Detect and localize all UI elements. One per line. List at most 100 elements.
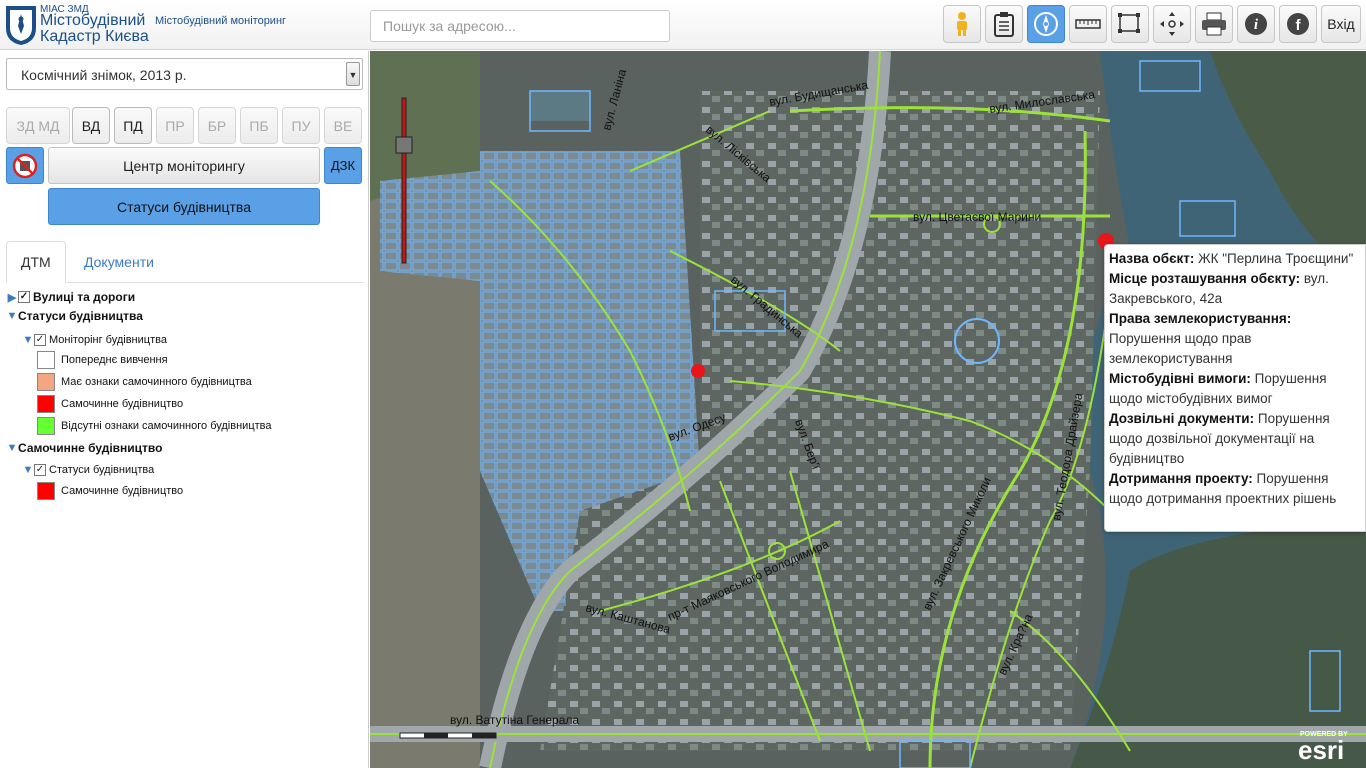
dtm-button-br[interactable]: БР <box>198 107 236 144</box>
logo-title-line1: Містобудівний <box>40 12 146 29</box>
no-construction-toggle-button[interactable] <box>6 147 44 184</box>
layer-monitoring[interactable]: ▼ ✓ Моніторінг будівництва <box>22 334 167 346</box>
measure-distance-button[interactable] <box>1069 5 1107 43</box>
dzk-button[interactable]: ДЗК <box>324 147 362 184</box>
basemap-select[interactable]: Космічний знімок, 2013 р. ▼ <box>6 58 363 90</box>
no-construction-icon <box>12 153 38 178</box>
clipboard-icon <box>994 12 1014 37</box>
layer-illegal-statuses[interactable]: ▼ ✓ Статуси будівництва <box>22 464 154 476</box>
facebook-icon: f <box>1287 13 1309 35</box>
popup-field: Назва обєкт: ЖК "Перлина Троєщини" <box>1109 249 1361 269</box>
construction-statuses-button[interactable]: Статуси будівництва <box>48 188 320 225</box>
popup-field: Права землекористування: Порушення щодо … <box>1109 309 1361 369</box>
legend-item: Має ознаки самочинного будівництва <box>37 373 252 391</box>
info-icon: i <box>1245 13 1267 35</box>
popup-field-key: Дотримання проекту: <box>1109 471 1253 486</box>
legend-label: Попереднє вивчення <box>61 354 168 366</box>
app-header: МІАС ЗМД Містобудівний Кадастр Києва Міс… <box>0 0 1366 50</box>
legend-item: Самочинне будівництво <box>37 482 183 500</box>
chevron-down-icon[interactable]: ▼ <box>346 62 360 86</box>
print-button[interactable] <box>1195 5 1233 43</box>
group-statuses[interactable]: ▼ Статуси будівництва <box>6 309 143 323</box>
popup-field-value: ЖК "Перлина Троєщини" <box>1194 251 1354 266</box>
scale-bar <box>399 732 497 739</box>
clipboard-button[interactable] <box>985 5 1023 43</box>
popup-field-key: Назва обєкт: <box>1109 251 1195 266</box>
popup-field-key: Права землекористування: <box>1109 311 1292 326</box>
legend-swatch <box>37 417 55 435</box>
layer-roads[interactable]: ▶ ✓ Вулиці та дороги <box>6 290 135 304</box>
dtm-button-zd-md[interactable]: ЗД МД <box>6 107 70 144</box>
dtm-button-pd[interactable]: ПД <box>114 107 152 144</box>
chevron-down-icon[interactable]: ▼ <box>22 464 34 476</box>
measure-area-button[interactable] <box>1111 5 1149 43</box>
locate-button[interactable] <box>1153 5 1191 43</box>
legend-label: Має ознаки самочинного будівництва <box>61 376 252 388</box>
pegman-icon <box>957 12 967 36</box>
info-button[interactable]: i <box>1237 5 1275 43</box>
popup-field: Містобудівні вимоги: Порушення щодо міст… <box>1109 369 1361 409</box>
legend-item: Відсутні ознаки самочинного будівництва <box>37 417 272 435</box>
dtm-button-vd[interactable]: ВД <box>72 107 110 144</box>
chevron-down-icon[interactable]: ▼ <box>6 442 18 454</box>
tab-documents[interactable]: Документи <box>70 241 168 283</box>
group-illegal[interactable]: ▼ Самочинне будівництво <box>6 441 163 455</box>
esri-logo: esri <box>1298 735 1344 765</box>
layer-monitoring-label: Моніторінг будівництва <box>49 334 167 346</box>
legend-swatch <box>37 395 55 413</box>
popup-field-key: Дозвільні документи: <box>1109 411 1255 426</box>
navigation-button[interactable] <box>1027 5 1065 43</box>
street-label: вул. Ватутіна Генерала <box>450 713 579 727</box>
app-subtitle: Містобудівний моніторинг <box>155 15 287 27</box>
legend-swatch <box>37 482 55 500</box>
print-icon <box>1202 12 1226 36</box>
logo-title-line2: Кадастр Києва <box>40 28 149 45</box>
popup-field-value: Порушення щодо прав землекористування <box>1109 331 1252 366</box>
address-search-input[interactable] <box>370 10 670 42</box>
layer-illegal-checkbox[interactable]: ✓ <box>34 464 46 476</box>
legend-item: Самочинне будівництво <box>37 395 183 413</box>
popup-field-key: Місце розташування обєкту: <box>1109 271 1301 286</box>
object-info-popup[interactable]: Назва обєкт: ЖК "Перлина Троєщини" Місце… <box>1104 244 1366 532</box>
legend-item: Попереднє вивчення <box>37 351 168 369</box>
dtm-button-pu[interactable]: ПУ <box>282 107 320 144</box>
chevron-down-icon[interactable]: ▼ <box>22 334 34 346</box>
popup-field: Місце розташування обєкту: вул. Закревсь… <box>1109 269 1361 309</box>
compass-icon <box>1034 12 1058 36</box>
sidebar-tabs: ДТМ Документи <box>6 241 363 283</box>
legend-label: Відсутні ознаки самочинного будівництва <box>61 420 272 432</box>
dtm-button-pb[interactable]: ПБ <box>240 107 278 144</box>
login-button[interactable]: Вхід <box>1321 5 1361 43</box>
basemap-select-value: Космічний знімок, 2013 р. <box>21 67 187 83</box>
popup-field-key: Містобудівні вимоги: <box>1109 371 1251 386</box>
measure-area-icon <box>1118 13 1140 33</box>
kyiv-coat-of-arms-logo[interactable] <box>4 4 38 46</box>
legend-label: Самочинне будівництво <box>61 485 184 497</box>
zoom-slider-handle <box>395 136 413 154</box>
sidebar: Космічний знімок, 2013 р. ▼ ЗД МД ВД ПД … <box>0 51 369 768</box>
group-illegal-label: Самочинне будівництво <box>18 441 163 455</box>
construction-marker <box>691 364 705 378</box>
layer-roads-checkbox[interactable]: ✓ <box>18 291 30 303</box>
chevron-right-icon[interactable]: ▶ <box>6 291 18 304</box>
layer-roads-label: Вулиці та дороги <box>33 290 136 304</box>
chevron-down-icon[interactable]: ▼ <box>6 310 18 322</box>
tab-dtm[interactable]: ДТМ <box>6 241 66 283</box>
popup-field: Дотримання проекту: Порушення щодо дотри… <box>1109 469 1361 509</box>
crosshair-icon <box>1160 12 1184 36</box>
group-statuses-label: Статуси будівництва <box>18 309 143 323</box>
zoom-slider-track <box>401 97 407 264</box>
monitoring-center-button[interactable]: Центр моніторингу <box>48 147 320 184</box>
legend-swatch <box>37 373 55 391</box>
popup-field: Дозвільні документи: Порушення щодо дозв… <box>1109 409 1361 469</box>
layer-monitoring-checkbox[interactable]: ✓ <box>34 334 46 346</box>
layer-illegal-label: Статуси будівництва <box>49 464 155 476</box>
street-label: вул. Цветаєвої Марини <box>913 210 1041 224</box>
street-view-button[interactable] <box>943 5 981 43</box>
legend-swatch <box>37 351 55 369</box>
facebook-button[interactable]: f <box>1279 5 1317 43</box>
dtm-button-ve[interactable]: ВЕ <box>324 107 362 144</box>
legend-label: Самочинне будівництво <box>61 398 184 410</box>
measure-line-icon <box>1075 19 1101 29</box>
dtm-button-pr[interactable]: ПР <box>156 107 194 144</box>
